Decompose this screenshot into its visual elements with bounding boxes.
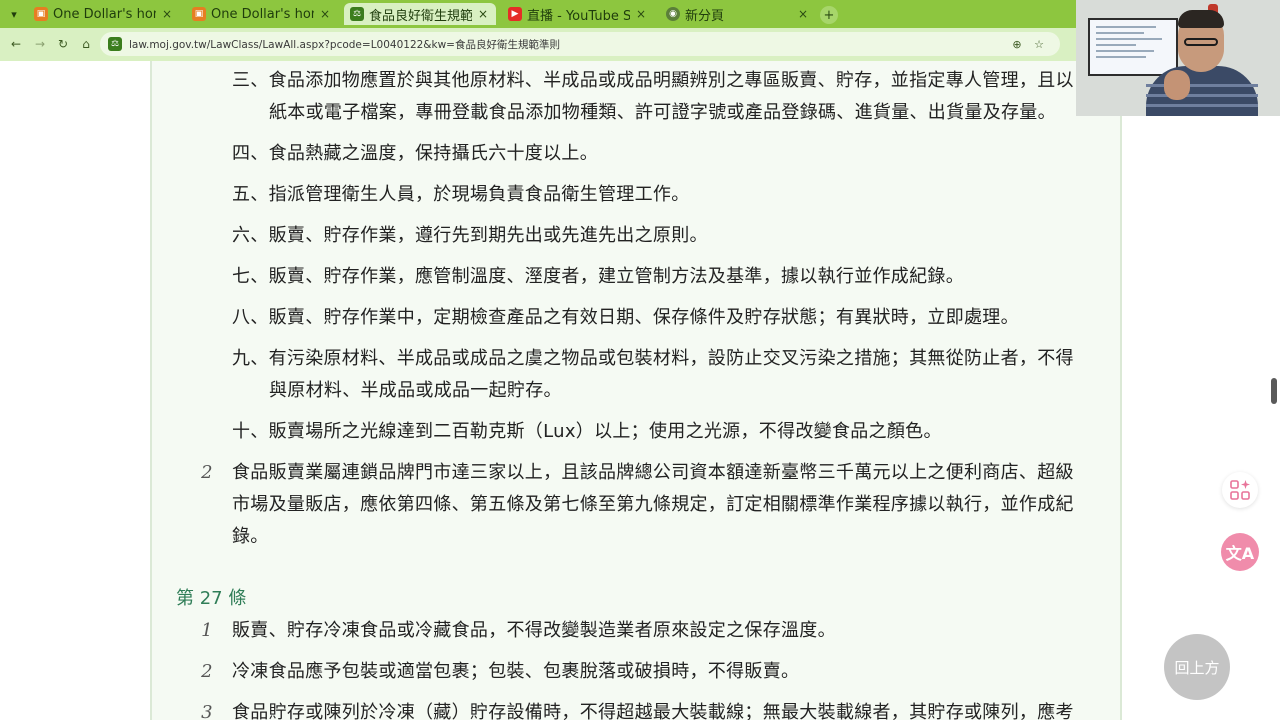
tab-title: 新分頁	[685, 8, 725, 24]
law-item-4: 四、食品熱藏之溫度，保持攝氏六十度以上。	[232, 138, 1092, 170]
item-text: 有污染原材料、半成品或成品之虞之物品或包裝材料，設防止交叉污染之措施；其無從防止…	[268, 348, 1074, 369]
forward-arrow-icon[interactable]: →	[32, 36, 48, 52]
paragraph-number: 1	[201, 620, 213, 641]
tab-title: One Dollar's hom	[211, 6, 314, 22]
article-27-heading[interactable]: 第 27 條	[176, 584, 246, 614]
law-item-3: 三、食品添加物應置於與其他原材料、半成品或成品明顯辨別之專區販賣、貯存，並指定專…	[232, 65, 1092, 129]
item-label: 八、	[232, 307, 269, 328]
address-bar[interactable]: ⚖ law.moj.gov.tw/LawClass/LawAll.aspx?pc…	[100, 32, 1060, 56]
paragraph-line: 錄。	[232, 526, 269, 547]
background-monitor	[1088, 18, 1178, 76]
close-icon[interactable]: ×	[318, 7, 332, 21]
item-text-continued: 紙本或電子檔案，專冊登載食品添加物種類、許可證字號或產品登錄碼、進貨量、出貨量及…	[269, 102, 1056, 123]
url-text[interactable]: law.moj.gov.tw/LawClass/LawAll.aspx?pcod…	[129, 37, 560, 52]
paragraph-2: 食品販賣業屬連鎖品牌門市達三家以上，且該品牌總公司資本額達新臺幣三千萬元以上之便…	[232, 457, 1094, 553]
item-text: 販賣、貯存作業，遵行先到期先出或先進先出之原則。	[268, 225, 708, 246]
tab-search-chevron-icon[interactable]: ▾	[4, 4, 24, 24]
tab-title: 食品良好衛生規範	[369, 8, 472, 24]
law-item-6: 六、販賣、貯存作業，遵行先到期先出或先進先出之原則。	[232, 220, 1092, 252]
law-item-5: 五、指派管理衛生人員，於現場負責食品衛生管理工作。	[232, 179, 1092, 211]
orange-square-icon: ▣	[192, 7, 206, 21]
item-text: 販賣、貯存作業，應管制溫度、溼度者，建立管制方法及基準，據以執行並作成紀錄。	[268, 266, 965, 287]
item-label: 三、	[232, 70, 269, 91]
item-text: 食品熱藏之溫度，保持攝氏六十度以上。	[268, 143, 599, 164]
item-text: 販賣場所之光線達到二百勒克斯（Lux）以上；使用之光源，不得改變食品之顏色。	[268, 421, 942, 442]
article-27-paragraph-1: 販賣、貯存冷凍食品或冷藏食品，不得改變製造業者原來設定之保存溫度。	[232, 620, 836, 641]
site-info-icon[interactable]: ⚖	[108, 37, 122, 51]
law-item-8: 八、販賣、貯存作業中，定期檢查產品之有效日期、保存條件及貯存狀態；有異狀時，立即…	[232, 302, 1092, 334]
paragraph-line: 食品販賣業屬連鎖品牌門市達三家以上，且該品牌總公司資本額達新臺幣三千萬元以上之便…	[232, 462, 1074, 483]
bookmark-star-icon[interactable]: ☆	[1032, 37, 1046, 51]
chrome-icon: ◉	[666, 7, 680, 21]
tab-new-tab[interactable]: ◉ 新分頁 ×	[660, 3, 816, 25]
new-tab-button[interactable]: +	[820, 6, 838, 24]
tab-title: 直播 - YouTube St	[527, 8, 630, 24]
paragraph-number: 2	[201, 661, 213, 682]
translate-button[interactable]: 文A	[1221, 533, 1259, 571]
tab-title: One Dollar's hom	[53, 6, 156, 22]
orange-square-icon: ▣	[34, 7, 48, 21]
law-item-7: 七、販賣、貯存作業，應管制溫度、溼度者，建立管制方法及基準，據以執行並作成紀錄。	[232, 261, 1092, 293]
law-item-9: 九、有污染原材料、半成品或成品之虞之物品或包裝材料，設防止交叉污染之措施；其無從…	[232, 343, 1092, 407]
item-label: 七、	[232, 266, 269, 287]
paragraph-number: 3	[201, 702, 213, 720]
reload-icon[interactable]: ↻	[55, 36, 71, 52]
back-to-top-button[interactable]: 回上方	[1164, 634, 1230, 700]
paragraph-line: 市場及量販店，應依第四條、第五條及第七條至第九條規定，訂定相關標準作業程序據以執…	[232, 494, 1074, 515]
item-label: 四、	[232, 143, 269, 164]
tab-one-dollar-2[interactable]: ▣ One Dollar's hom ×	[186, 3, 338, 25]
article-27-paragraph-3: 食品貯存或陳列於冷凍（藏）貯存設備時，不得超越最大裝載線；無最大裝載線者，其貯存…	[232, 702, 1074, 720]
law-item-10: 十、販賣場所之光線達到二百勒克斯（Lux）以上；使用之光源，不得改變食品之顏色。	[232, 416, 1092, 448]
youtube-icon: ▶	[508, 7, 522, 21]
apps-grid-icon	[1230, 480, 1250, 500]
moj-law-icon: ⚖	[350, 7, 364, 21]
item-label: 十、	[232, 421, 269, 442]
tab-youtube-studio[interactable]: ▶ 直播 - YouTube St ×	[502, 3, 654, 25]
article-27-paragraph-2: 冷凍食品應予包裝或適當包裹；包裝、包裹脫落或破損時，不得販賣。	[232, 661, 800, 682]
item-text: 販賣、貯存作業中，定期檢查產品之有效日期、保存條件及貯存狀態；有異狀時，立即處理…	[268, 307, 1019, 328]
item-label: 六、	[232, 225, 269, 246]
paragraph-number: 2	[201, 462, 213, 483]
apps-sparkle-icon[interactable]	[1222, 472, 1258, 508]
close-icon[interactable]: ×	[476, 7, 490, 21]
close-icon[interactable]: ×	[160, 7, 174, 21]
back-arrow-icon[interactable]: ←	[8, 36, 24, 52]
tab-food-hygiene[interactable]: ⚖ 食品良好衛生規範 ×	[344, 3, 496, 25]
close-icon[interactable]: ×	[634, 7, 648, 21]
zoom-icon[interactable]: ⊕	[1010, 37, 1024, 51]
item-label: 九、	[232, 348, 269, 369]
presenter	[1146, 66, 1258, 116]
item-text: 指派管理衛生人員，於現場負責食品衛生管理工作。	[268, 184, 690, 205]
close-icon[interactable]: ×	[796, 7, 810, 21]
tab-one-dollar-1[interactable]: ▣ One Dollar's hom ×	[28, 3, 180, 25]
item-text-continued: 與原材料、半成品或成品一起貯存。	[269, 380, 562, 401]
item-label: 五、	[232, 184, 269, 205]
item-text: 食品添加物應置於與其他原材料、半成品或成品明顯辨別之專區販賣、貯存，並指定專人管…	[268, 70, 1074, 91]
webcam-overlay	[1076, 0, 1280, 116]
home-icon[interactable]: ⌂	[78, 36, 94, 52]
scrollbar-thumb[interactable]	[1271, 378, 1277, 404]
